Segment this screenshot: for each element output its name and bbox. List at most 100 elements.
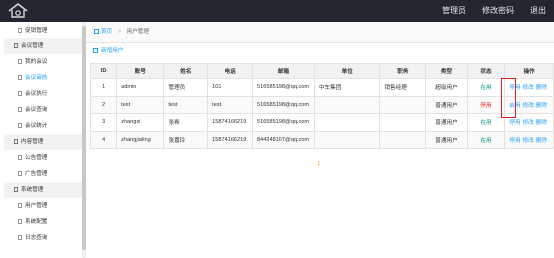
home-icon [94, 29, 99, 34]
col-header-type: 类型 [425, 63, 468, 79]
cell-name: 张嘉玲 [163, 130, 209, 149]
highlight-box [501, 78, 516, 118]
cell-title: 销售经理 [379, 78, 427, 97]
pager-current-page[interactable]: 1 [317, 161, 320, 167]
scrollbar-thumb[interactable] [82, 26, 86, 250]
cell-name: 管理员 [163, 78, 209, 97]
document-icon [18, 75, 22, 80]
breadcrumb-home[interactable]: 首页 [101, 29, 112, 35]
sidebar-item-label: 公告管理 [25, 155, 48, 161]
cell-phone: 101 [207, 78, 254, 97]
delete-button[interactable]: 删除 [536, 120, 547, 126]
col-header-unit: 单位 [313, 63, 381, 79]
col-header-title: 职务 [379, 63, 427, 79]
cell-email: 844248107@qq.com [252, 130, 315, 149]
document-icon [18, 107, 22, 112]
sidebar-item-label: 内容管理 [21, 139, 44, 145]
sidebar-item-11[interactable]: 用户管理 [18, 198, 82, 214]
table-row: 1 admin 管理员 101 516585198@qq.com 中车集团 销售经理 超级用户… [89, 78, 554, 97]
sidebar-item-6[interactable]: 会议统计 [18, 118, 82, 134]
nav-change-password[interactable]: 修改密码 [474, 0, 522, 22]
cell-type: 超级用户 [425, 78, 468, 97]
sidebar-item-label: 用户管理 [25, 203, 48, 209]
sidebar-item-8[interactable]: 公告管理 [18, 150, 82, 166]
document-icon [18, 123, 22, 128]
document-icon [14, 139, 18, 144]
sidebar-item-label: 系统管理 [21, 187, 44, 193]
nav-admin[interactable]: 管理员 [434, 0, 474, 22]
edit-button[interactable]: 修改 [523, 85, 534, 91]
document-icon [14, 43, 18, 48]
cell-title [379, 95, 427, 114]
cell-type: 普通用户 [425, 113, 468, 132]
add-user-button[interactable]: 新增用户 [93, 47, 123, 55]
sidebar-item-2[interactable]: 我的会议 [18, 54, 82, 70]
breadcrumb-current: 用户管理 [126, 29, 149, 35]
cell-name: test [163, 95, 209, 114]
sidebar-item-13[interactable]: 日志查询 [18, 230, 82, 246]
document-icon [18, 235, 22, 240]
edit-button[interactable]: 修改 [523, 120, 534, 126]
sidebar-item-12[interactable]: 系统配置 [18, 214, 82, 230]
sidebar-scrollbar[interactable] [82, 22, 86, 258]
sidebar-item-label: 会议查询 [25, 107, 48, 113]
cell-unit [313, 130, 381, 149]
sidebar-item-9[interactable]: 广告管理 [18, 166, 82, 182]
document-icon [18, 155, 22, 160]
delete-button[interactable]: 删除 [536, 138, 547, 144]
cell-phone: 15874166219 [207, 130, 254, 149]
home-logo-icon[interactable] [6, 2, 30, 20]
document-icon [14, 187, 18, 192]
nav-logout[interactable]: 退出 [522, 0, 554, 22]
sidebar-group-10[interactable]: 系统管理 [4, 182, 82, 198]
sidebar-item-4[interactable]: 会议执行 [18, 86, 82, 102]
sidebar-item-label: 我的会议 [25, 59, 48, 65]
cell-account: zhangjialing [116, 130, 165, 149]
cell-title [379, 113, 427, 132]
sidebar-group-1[interactable]: 会议管理 [4, 38, 82, 54]
delete-button[interactable]: 删除 [536, 85, 547, 91]
document-icon [18, 203, 22, 208]
col-header-phone: 电话 [207, 63, 254, 79]
cell-email: 516585198@qq.com [252, 95, 315, 114]
delete-button[interactable]: 删除 [536, 103, 547, 109]
cell-id: 4 [89, 130, 118, 149]
sidebar-item-label: 系统配置 [25, 219, 48, 225]
sidebar-item-label: 会议管理 [21, 43, 44, 49]
cell-unit [313, 95, 381, 114]
cell-title [379, 130, 427, 149]
cell-type: 普通用户 [425, 95, 468, 114]
sidebar-item-5[interactable]: 会议查询 [18, 102, 82, 118]
col-header-account: 账号 [116, 63, 165, 79]
cell-status: 在用 [466, 113, 506, 132]
sidebar-item-label: 会议统计 [25, 123, 48, 129]
cell-type: 普通用户 [425, 130, 468, 149]
cell-phone: 15874166219 [207, 113, 254, 132]
toggle-status-button[interactable]: 停用 [509, 120, 520, 126]
cell-ops: 停用 修改 删除 [504, 130, 554, 149]
top-bar: 管理员 修改密码 退出 [0, 0, 554, 22]
edit-button[interactable]: 修改 [523, 138, 534, 144]
document-icon [18, 171, 22, 176]
sidebar-item-label: 日志查询 [25, 235, 48, 241]
add-user-label: 新增用户 [101, 48, 124, 54]
cell-phone: test [207, 95, 254, 114]
breadcrumb-bar: 首页 > 用户管理 [86, 22, 554, 43]
col-header-ops: 操作 [504, 63, 554, 79]
cell-email: 516585198@qq.com [252, 113, 315, 132]
sidebar-group-7[interactable]: 内容管理 [4, 134, 82, 150]
cell-account: zhangxi [116, 113, 165, 132]
sidebar-item-label: 广告管理 [25, 171, 48, 177]
table-row: 4 zhangjialing 张嘉玲 15874166219 844248107@qq.… [89, 130, 554, 149]
document-icon [18, 219, 22, 224]
top-nav: 管理员 修改密码 退出 [434, 0, 554, 22]
cell-status: 停用 [466, 95, 506, 114]
document-icon [18, 91, 22, 96]
sidebar-item-3[interactable]: 会议审核 [18, 70, 82, 86]
edit-button[interactable]: 修改 [523, 103, 534, 109]
col-header-name: 姓名 [163, 63, 209, 79]
toggle-status-button[interactable]: 停用 [509, 138, 520, 144]
sidebar-item-label: 促销管理 [25, 28, 48, 34]
sidebar-item-0[interactable]: 促销管理 [18, 23, 82, 39]
table-row: 2 test test test 516585198@qq.com 普通用户 停用 启用 修改删… [89, 95, 554, 114]
